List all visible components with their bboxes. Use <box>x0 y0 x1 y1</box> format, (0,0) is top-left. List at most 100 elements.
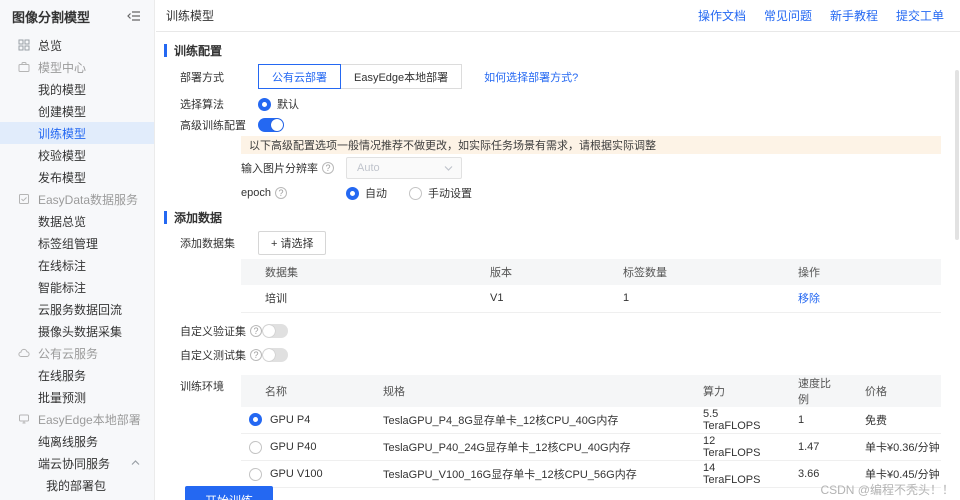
link-docs[interactable]: 操作文档 <box>698 7 746 24</box>
sidebar-item-camera-data-collect[interactable]: 摄像头数据采集 <box>0 320 154 342</box>
deploy-option-easyedge-local[interactable]: EasyEdge本地部署 <box>340 64 462 89</box>
sidebar-item-label: 智能标注 <box>38 279 86 296</box>
col-spec: 规格 <box>359 375 679 407</box>
sidebar-item-label: 总览 <box>38 37 62 54</box>
dataset-name: 培训 <box>241 285 466 312</box>
briefcase-icon <box>18 61 30 73</box>
deploy-help-link[interactable]: 如何选择部署方式? <box>484 69 578 85</box>
algorithm-option-default[interactable]: 默认 <box>258 96 299 112</box>
sidebar-group-easydata[interactable]: EasyData数据服务 <box>0 188 154 210</box>
radio-unselected-icon <box>409 187 422 200</box>
radio-unselected-icon[interactable] <box>249 441 262 454</box>
sidebar-item-label: 端云协同服务 <box>38 455 110 472</box>
sidebar-item-label: 标签组管理 <box>38 235 98 252</box>
sidebar-item-label: 在线服务 <box>38 367 86 384</box>
link-ticket[interactable]: 提交工单 <box>896 7 944 24</box>
help-icon[interactable]: ? <box>275 187 287 199</box>
breadcrumb: 训练模型 <box>166 7 214 24</box>
sidebar-item-online-annotation[interactable]: 在线标注 <box>0 254 154 276</box>
select-dataset-button[interactable]: + 请选择 <box>258 231 326 255</box>
dataset-table-row: 培训 V1 1 移除 <box>241 285 941 312</box>
col-dataset: 数据集 <box>241 259 466 285</box>
main-area: 训练模型 操作文档 常见问题 新手教程 提交工单 训练配置 部署方式 公有云部署… <box>156 0 960 500</box>
col-compute: 算力 <box>679 375 774 407</box>
algorithm-label: 选择算法 <box>180 96 258 112</box>
content: 训练配置 部署方式 公有云部署 EasyEdge本地部署 如何选择部署方式? 选… <box>156 32 960 500</box>
col-speed-ratio: 速度比例 <box>774 375 841 407</box>
env-spec: TeslaGPU_P4_8G显存单卡_12核CPU_40G内存 <box>359 407 679 434</box>
env-price: 单卡¥0.36/分钟 <box>841 434 941 461</box>
sidebar-item-my-deploy-package[interactable]: 我的部署包 <box>0 474 154 496</box>
epoch-option-manual[interactable]: 手动设置 <box>409 185 472 201</box>
section-accent-bar <box>164 211 167 224</box>
sidebar-item-batch-predict[interactable]: 批量预测 <box>0 386 154 408</box>
sidebar-item-overview[interactable]: 总览 <box>0 34 154 56</box>
env-compute: 12 TeraFLOPS <box>679 434 774 461</box>
sidebar-collapse-icon[interactable] <box>126 8 142 24</box>
help-icon[interactable]: ? <box>322 162 334 174</box>
add-dataset-row: 添加数据集 + 请选择 <box>156 231 960 255</box>
dataset-label-count: 1 <box>599 285 774 312</box>
radio-label: 默认 <box>277 96 299 112</box>
sidebar-item-create-model[interactable]: 创建模型 <box>0 100 154 122</box>
sidebar-item-label: 批量预测 <box>38 389 86 406</box>
link-tutorial[interactable]: 新手教程 <box>830 7 878 24</box>
sidebar-item-label: 校验模型 <box>38 147 86 164</box>
sidebar-item-edge-cloud-service[interactable]: 端云协同服务 <box>0 452 154 474</box>
watermark-text: CSDN @编程不秃头！！ <box>820 481 954 498</box>
deploy-method-options: 公有云部署 EasyEdge本地部署 <box>258 64 462 89</box>
advanced-config-toggle[interactable] <box>258 118 284 132</box>
toggle-knob <box>271 119 283 131</box>
col-price: 价格 <box>841 375 941 407</box>
sidebar-group-easyedge[interactable]: EasyEdge本地部署 <box>0 408 154 430</box>
deploy-option-public-cloud[interactable]: 公有云部署 <box>258 64 341 89</box>
env-name: GPU P4 <box>270 414 310 426</box>
sidebar-item-label-group-manage[interactable]: 标签组管理 <box>0 232 154 254</box>
sidebar-item-label: 创建模型 <box>38 103 86 120</box>
sidebar-item-publish-model[interactable]: 发布模型 <box>0 166 154 188</box>
sidebar-header: 图像分割模型 <box>0 0 154 32</box>
sidebar-nav: 总览 模型中心 我的模型 创建模型 训练模型 校验模型 发布模型 EasyDat… <box>0 32 154 496</box>
sidebar-item-label: 纯离线服务 <box>38 433 98 450</box>
radio-label: 手动设置 <box>428 185 472 201</box>
remove-dataset-link[interactable]: 移除 <box>798 293 820 305</box>
env-price: 免费 <box>841 407 941 434</box>
env-spec: TeslaGPU_P40_24G显存单卡_12核CPU_40G内存 <box>359 434 679 461</box>
radio-unselected-icon[interactable] <box>249 468 262 481</box>
custom-test-label: 自定义测试集 ? <box>180 347 262 363</box>
tip-text: 以下高级配置选项一般情况推荐不做更改，如实际任务场景有需求，请根据实际调整 <box>249 137 656 153</box>
model-title: 图像分割模型 <box>12 7 90 26</box>
chevron-up-icon[interactable] <box>131 460 140 466</box>
radio-selected-icon[interactable] <box>249 413 262 426</box>
env-speed-ratio: 1.47 <box>774 434 841 461</box>
resolution-label: 输入图片分辨率 ? <box>241 160 346 176</box>
env-compute: 5.5 TeraFLOPS <box>679 407 774 434</box>
scrollbar-thumb[interactable] <box>955 70 959 240</box>
sidebar-item-offline-service[interactable]: 纯离线服务 <box>0 430 154 452</box>
resolution-select[interactable]: Auto <box>346 157 462 179</box>
help-icon[interactable]: ? <box>250 349 262 361</box>
sidebar-item-my-models[interactable]: 我的模型 <box>0 78 154 100</box>
sidebar-item-smart-annotation[interactable]: 智能标注 <box>0 276 154 298</box>
sidebar-item-cloud-data-reflow[interactable]: 云服务数据回流 <box>0 298 154 320</box>
sidebar-item-label: 在线标注 <box>38 257 86 274</box>
custom-test-toggle[interactable] <box>262 348 288 362</box>
environment-row-gpu-p40[interactable]: GPU P40 TeslaGPU_P40_24G显存单卡_12核CPU_40G内… <box>241 434 941 461</box>
sidebar-item-validate-model[interactable]: 校验模型 <box>0 144 154 166</box>
env-speed-ratio: 1 <box>774 407 841 434</box>
sidebar-group-model-center[interactable]: 模型中心 <box>0 56 154 78</box>
environment-row-gpu-p4[interactable]: GPU P4 TeslaGPU_P4_8G显存单卡_12核CPU_40G内存 5… <box>241 407 941 434</box>
custom-validation-toggle[interactable] <box>262 324 288 338</box>
section-accent-bar <box>164 44 167 57</box>
select-value: Auto <box>357 162 380 174</box>
start-training-button[interactable]: 开始训练 <box>185 486 273 500</box>
col-label-count: 标签数量 <box>599 259 774 285</box>
custom-validation-label: 自定义验证集 ? <box>180 323 262 339</box>
sidebar-group-public-cloud[interactable]: 公有云服务 <box>0 342 154 364</box>
sidebar-item-data-overview[interactable]: 数据总览 <box>0 210 154 232</box>
epoch-option-auto[interactable]: 自动 <box>346 185 387 201</box>
sidebar-item-online-service[interactable]: 在线服务 <box>0 364 154 386</box>
help-icon[interactable]: ? <box>250 325 262 337</box>
link-faq[interactable]: 常见问题 <box>764 7 812 24</box>
sidebar-item-train-model[interactable]: 训练模型 <box>0 122 154 144</box>
